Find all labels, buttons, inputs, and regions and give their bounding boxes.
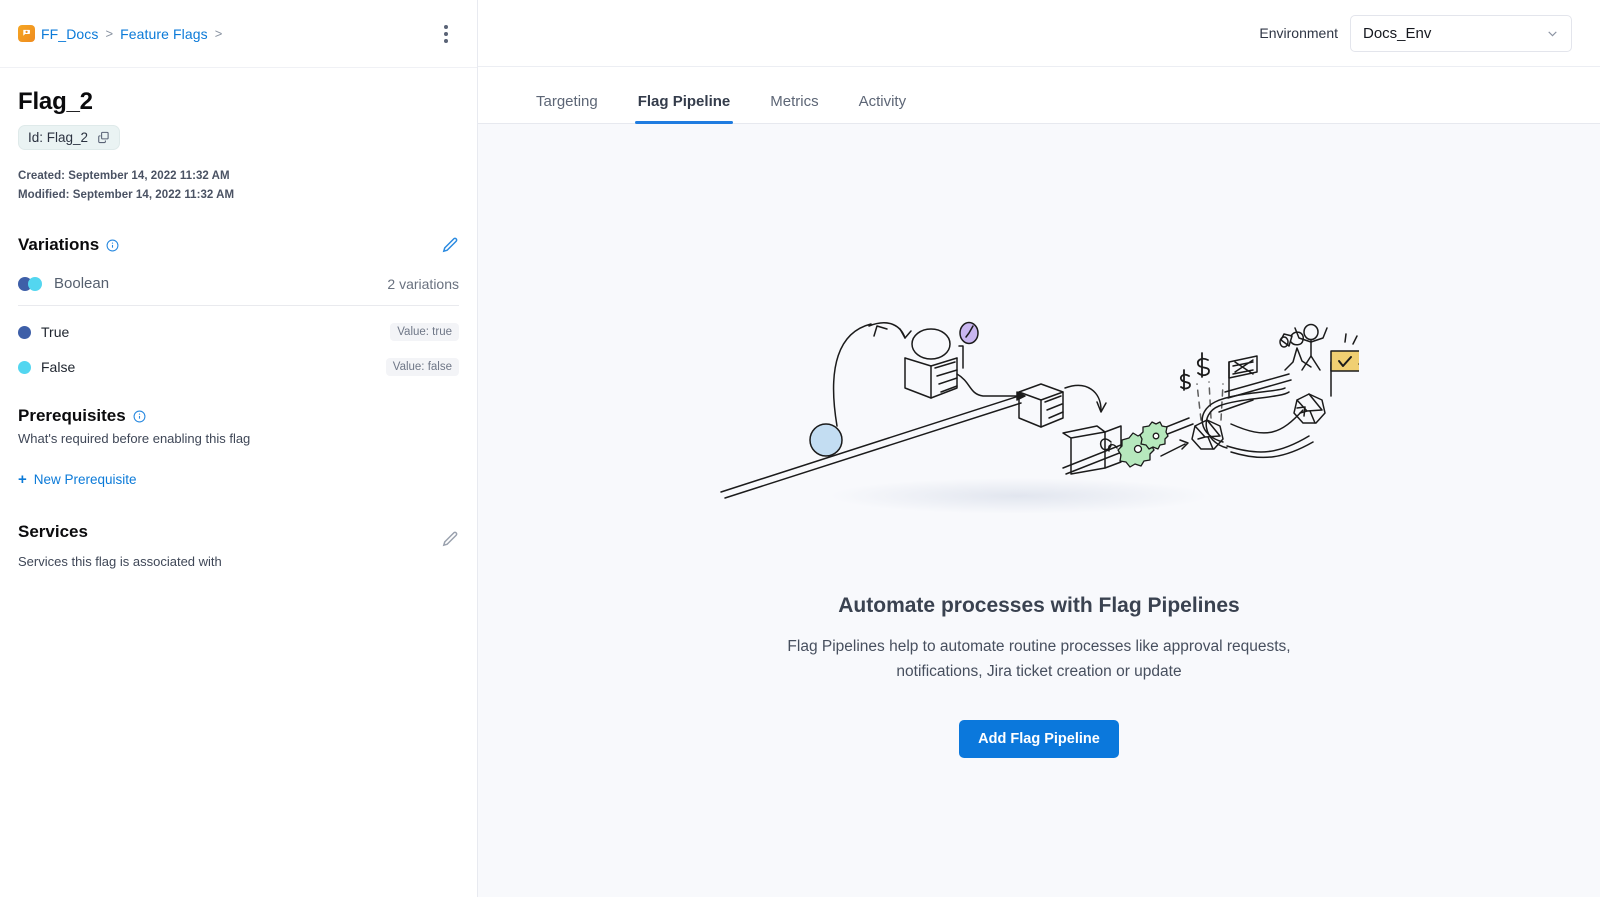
environment-bar: Environment Docs_Env <box>478 0 1600 67</box>
variation-value-true: Value: true <box>390 323 459 341</box>
variation-row-true: True Value: true <box>18 323 459 341</box>
variation-type-label: Boolean <box>54 275 109 292</box>
variation-color-dot-false <box>18 361 31 374</box>
tab-flag-pipeline[interactable]: Flag Pipeline <box>618 94 751 123</box>
variation-count: 2 variations <box>387 276 459 292</box>
flag-id-chip[interactable]: Id: Flag_2 <box>18 125 120 150</box>
sidebar-body: Flag_2 Id: Flag_2 Created: September 14,… <box>0 68 477 571</box>
variations-edit-pencil-icon[interactable] <box>440 236 459 255</box>
flag-pipeline-empty-state: Automate processes with Flag Pipelines F… <box>478 124 1600 897</box>
flag-id-label: Id: Flag_2 <box>28 130 88 145</box>
tab-targeting[interactable]: Targeting <box>516 94 618 123</box>
services-title: Services <box>18 522 88 542</box>
rube-goldberg-pipeline-illustration <box>719 296 1359 526</box>
boolean-toggle-icon <box>18 277 44 291</box>
ff-docs-logo-icon <box>18 25 35 42</box>
copy-icon[interactable] <box>97 131 110 144</box>
variation-type-row: Boolean 2 variations <box>18 275 459 306</box>
sidebar-header: FF_Docs > Feature Flags > <box>0 0 477 68</box>
variations-section-header: Variations <box>18 235 459 255</box>
info-icon[interactable] <box>133 410 146 423</box>
variation-name-false: False <box>41 359 75 375</box>
tab-bar: Targeting Flag Pipeline Metrics Activity <box>478 67 1600 124</box>
variation-row-false: False Value: false <box>18 358 459 376</box>
tab-activity[interactable]: Activity <box>839 94 927 123</box>
environment-select[interactable]: Docs_Env <box>1350 15 1572 52</box>
page-title: Flag_2 <box>18 88 459 116</box>
prerequisites-subtitle: What's required before enabling this fla… <box>18 430 459 448</box>
prerequisites-section-header: Prerequisites <box>18 406 459 426</box>
services-section-header: Services <box>18 514 459 549</box>
breadcrumb-separator-1: > <box>106 26 114 41</box>
new-prerequisite-label: New Prerequisite <box>34 472 137 487</box>
tab-metrics[interactable]: Metrics <box>750 94 838 123</box>
breadcrumb: FF_Docs > Feature Flags > <box>18 25 433 42</box>
variation-name-true: True <box>41 324 69 340</box>
services-subtitle: Services this flag is associated with <box>18 553 459 571</box>
chevron-down-icon <box>1546 27 1559 40</box>
empty-state-description: Flag Pipelines help to automate routine … <box>779 634 1299 684</box>
variations-title: Variations <box>18 235 99 255</box>
plus-icon: + <box>18 472 27 487</box>
flag-timestamps: Created: September 14, 2022 11:32 AM Mod… <box>18 167 459 205</box>
breadcrumb-separator-2: > <box>215 26 223 41</box>
variation-value-false: Value: false <box>386 358 459 376</box>
services-edit-pencil-icon[interactable] <box>440 530 459 549</box>
created-timestamp: Created: September 14, 2022 11:32 AM <box>18 167 459 186</box>
modified-timestamp: Modified: September 14, 2022 11:32 AM <box>18 186 459 205</box>
flag-detail-sidebar: FF_Docs > Feature Flags > Flag_2 Id: Fla… <box>0 0 478 897</box>
variation-color-dot-true <box>18 326 31 339</box>
prerequisites-title: Prerequisites <box>18 406 126 426</box>
app-root: FF_Docs > Feature Flags > Flag_2 Id: Fla… <box>0 0 1600 897</box>
add-flag-pipeline-button[interactable]: Add Flag Pipeline <box>959 720 1119 758</box>
empty-state-title: Automate processes with Flag Pipelines <box>838 594 1239 618</box>
info-icon[interactable] <box>106 239 119 252</box>
environment-label: Environment <box>1259 25 1338 41</box>
environment-value: Docs_Env <box>1363 25 1431 42</box>
breadcrumb-item-ff-docs[interactable]: FF_Docs <box>41 26 99 42</box>
main-panel: Environment Docs_Env Targeting Flag Pipe… <box>478 0 1600 897</box>
more-vertical-icon[interactable] <box>433 21 459 47</box>
new-prerequisite-button[interactable]: + New Prerequisite <box>18 472 137 487</box>
breadcrumb-item-feature-flags[interactable]: Feature Flags <box>120 26 208 42</box>
